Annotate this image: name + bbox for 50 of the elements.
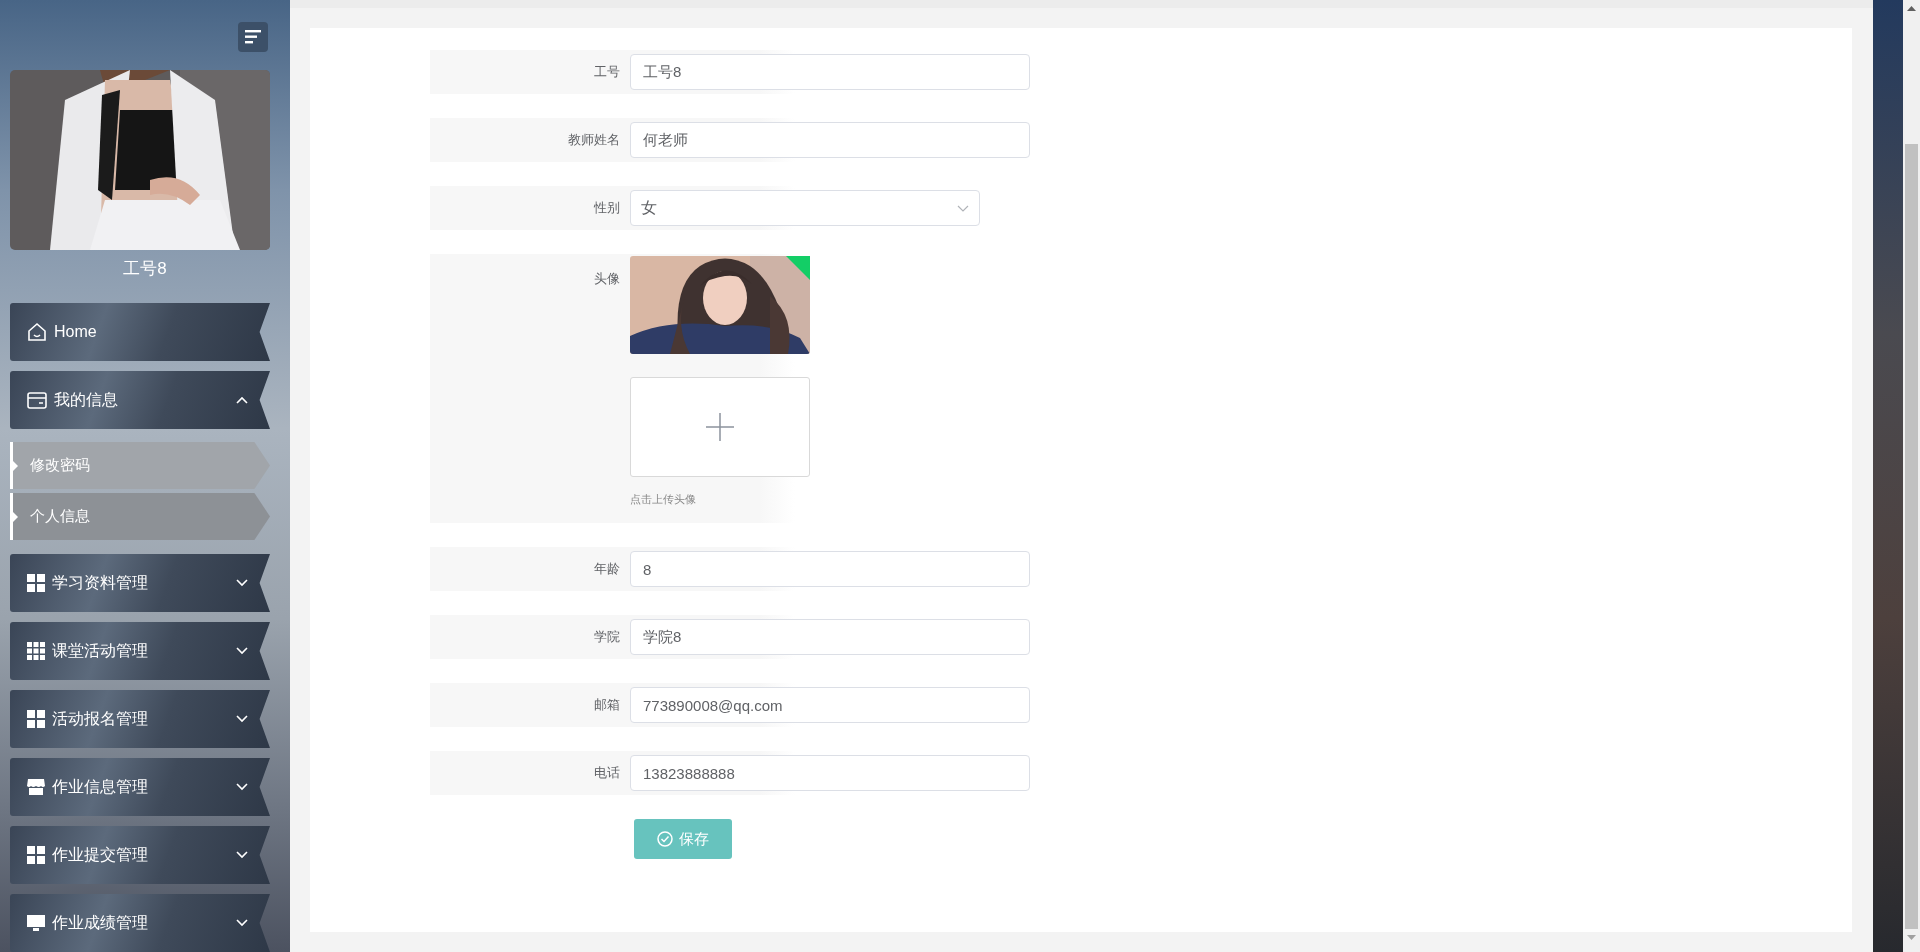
chevron-down-icon	[236, 715, 248, 723]
menu-item[interactable]: 活动报名管理	[10, 690, 270, 748]
wallet-icon	[26, 389, 48, 411]
menu-icon	[245, 30, 261, 44]
input-field[interactable]: 工号8	[630, 54, 1030, 90]
menu-item[interactable]: 课堂活动管理	[10, 622, 270, 680]
scroll-down-icon[interactable]	[1907, 935, 1916, 940]
grid-icon	[26, 573, 46, 593]
scrollbar[interactable]	[1903, 0, 1920, 952]
chevron-down-icon	[236, 783, 248, 791]
input-field[interactable]: 773890008@qq.com	[630, 687, 1030, 723]
field-label: 性别	[594, 199, 621, 217]
chevron-down-icon	[236, 579, 248, 587]
scroll-up-icon[interactable]	[1907, 6, 1916, 11]
field-label: 电话	[594, 764, 621, 782]
field-label: 学院	[594, 628, 621, 646]
username: 工号8	[122, 258, 168, 280]
scrollbar-thumb[interactable]	[1905, 144, 1918, 929]
plus-icon	[706, 413, 734, 441]
monitor-icon	[26, 913, 46, 933]
field-label: 头像	[594, 270, 621, 288]
input-field[interactable]: 13823888888	[630, 755, 1030, 791]
grid-icon	[26, 709, 46, 729]
grid-icon	[26, 845, 46, 865]
home-menu-item[interactable]: Home	[10, 303, 270, 361]
menu-item[interactable]: 学习资料管理	[10, 554, 270, 612]
upload-button[interactable]	[630, 377, 810, 477]
menu-item[interactable]: 我的信息	[10, 371, 270, 429]
field-label: 年龄	[594, 560, 621, 578]
grid-icon	[26, 641, 46, 661]
chevron-down-icon	[236, 919, 248, 927]
menu-toggle-button[interactable]	[238, 22, 268, 52]
field-label: 工号	[594, 63, 621, 81]
upload-hint: 点击上传头像	[630, 492, 697, 507]
input-field[interactable]: 8	[630, 551, 1030, 587]
menu-item[interactable]: 作业信息管理	[10, 758, 270, 816]
check-circle-icon	[657, 831, 673, 847]
select-field[interactable]: 女	[630, 190, 980, 226]
menu-item[interactable]: 作业成绩管理	[10, 894, 270, 952]
field-label: 教师姓名	[568, 131, 621, 149]
menu-item[interactable]: 作业提交管理	[10, 826, 270, 884]
home-icon	[26, 321, 48, 343]
store-icon	[26, 777, 46, 797]
input-field[interactable]: 何老师	[630, 122, 1030, 158]
chevron-down-icon	[236, 647, 248, 655]
field-label: 邮箱	[594, 696, 621, 714]
chevron-up-icon	[236, 396, 248, 404]
chevron-down-icon	[957, 204, 969, 212]
chevron-down-icon	[236, 851, 248, 859]
input-field[interactable]: 学院8	[630, 619, 1030, 655]
